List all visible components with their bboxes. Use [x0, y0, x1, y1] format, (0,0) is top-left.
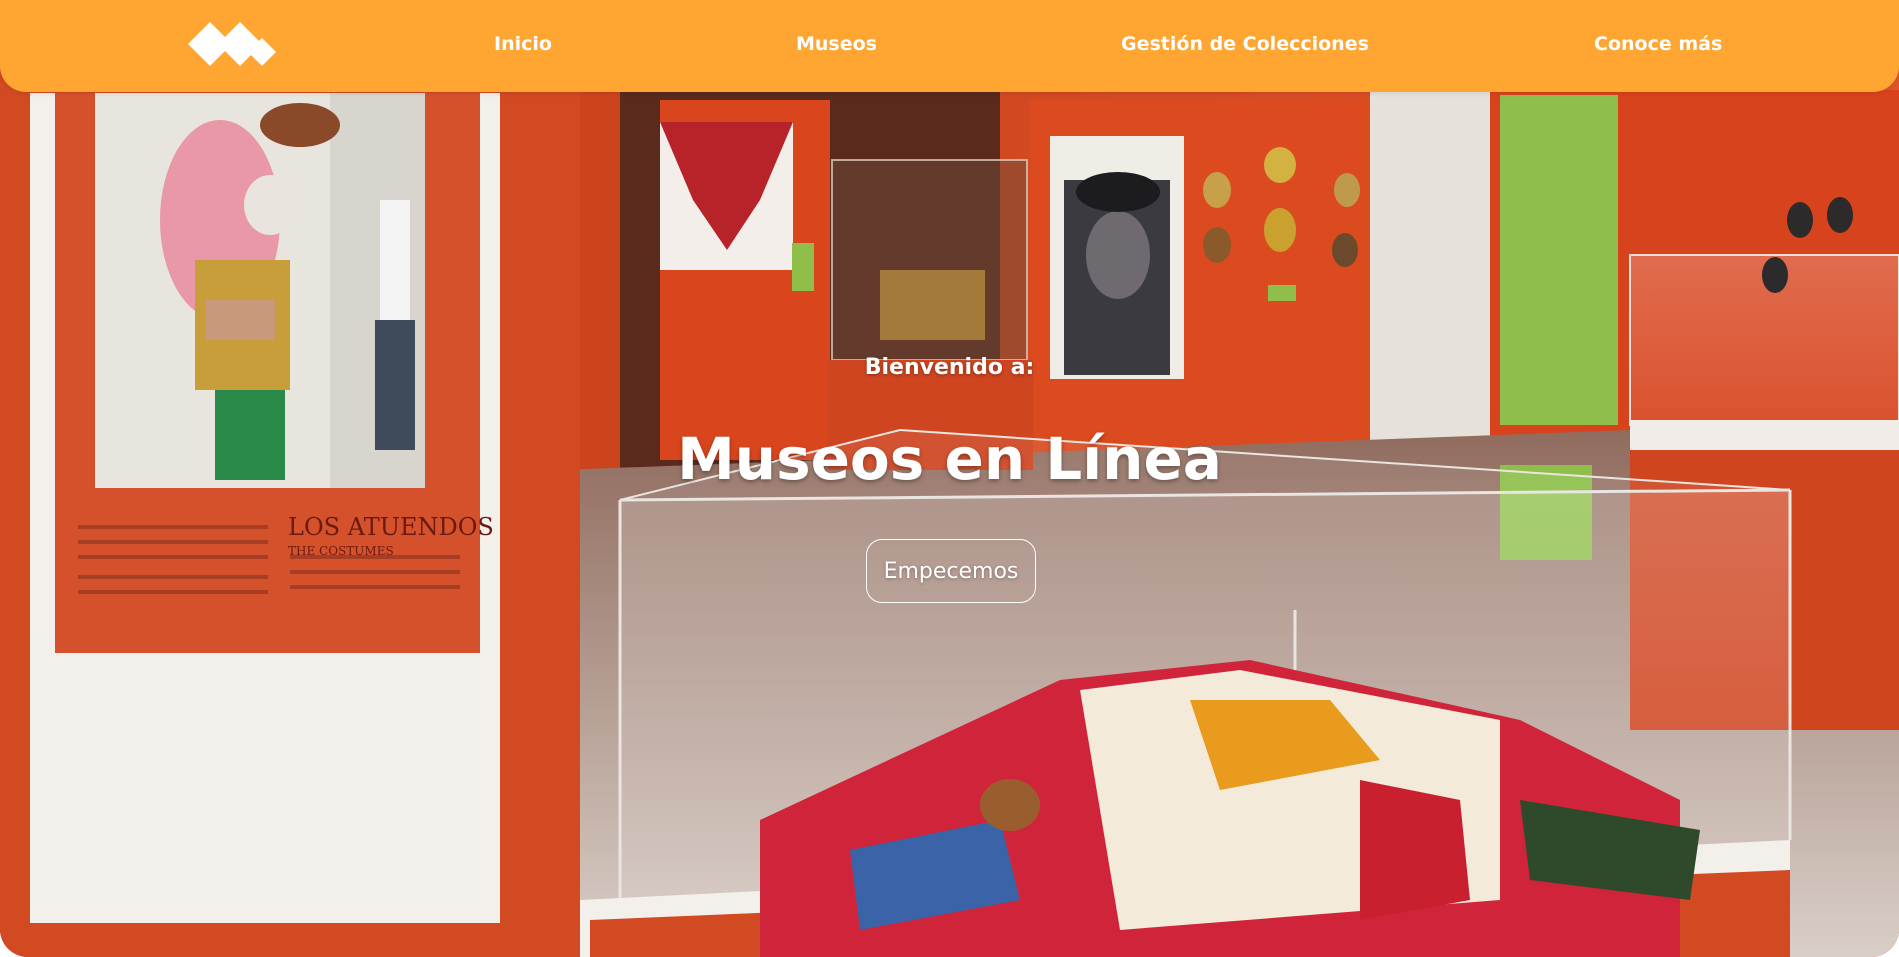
- diamond-logo-icon[interactable]: [188, 22, 286, 70]
- poster-heading: LOS ATUENDOS: [288, 513, 494, 541]
- nav-link-inicio[interactable]: Inicio: [494, 33, 552, 55]
- hero-title: Museos en Línea: [677, 425, 1222, 493]
- nav-link-conoce-mas[interactable]: Conoce más: [1594, 33, 1722, 55]
- nav-link-museos[interactable]: Museos: [796, 33, 877, 55]
- top-navbar: Inicio Museos Gestión de Colecciones Con…: [0, 0, 1899, 92]
- empecemos-button[interactable]: Empecemos: [866, 539, 1036, 603]
- hero-welcome-text: Bienvenido a:: [864, 355, 1035, 380]
- nav-link-gestion-colecciones[interactable]: Gestión de Colecciones: [1121, 33, 1369, 55]
